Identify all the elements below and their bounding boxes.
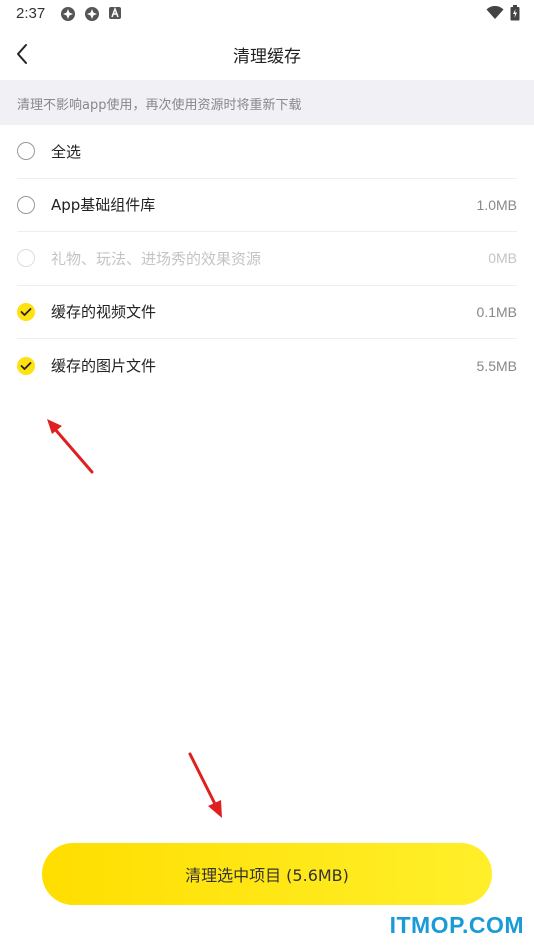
header: 清理缓存: [0, 28, 534, 80]
status-right-icons: [486, 5, 520, 21]
wifi-icon: [486, 6, 504, 19]
radio-icon[interactable]: [17, 195, 35, 214]
clear-selected-button[interactable]: 清理选中项目 (5.6MB): [42, 843, 492, 905]
row-size: 0MB: [488, 250, 517, 267]
a-notification-icon: [109, 6, 121, 19]
row-label: 缓存的图片文件: [51, 357, 157, 376]
cache-list: 全选 App基础组件库 1.0MB 礼物、玩法、进场秀的效果资源 0MB 缓存的…: [0, 125, 534, 393]
radio-icon: [17, 249, 35, 268]
clear-button-label: 清理选中项目 (5.6MB): [185, 866, 349, 885]
status-bar: 2:37: [0, 0, 534, 28]
row-size: 1.0MB: [476, 196, 517, 213]
row-size: 0.1MB: [476, 303, 517, 320]
list-item-effect-resources: 礼物、玩法、进场秀的效果资源 0MB: [17, 232, 517, 286]
battery-charging-icon: [510, 5, 520, 21]
annotation-arrow-icon: [47, 419, 94, 474]
notice-banner: 清理不影响app使用，再次使用资源时将重新下载: [0, 80, 534, 125]
list-item-select-all[interactable]: 全选: [17, 125, 517, 179]
row-label: 礼物、玩法、进场秀的效果资源: [51, 249, 262, 268]
list-item-image-cache[interactable]: 缓存的图片文件 5.5MB: [17, 339, 517, 393]
status-time: 2:37: [16, 5, 46, 22]
checked-radio-icon[interactable]: [17, 356, 35, 375]
app-notification-icon: [61, 7, 75, 21]
row-label: App基础组件库: [51, 196, 156, 215]
annotation-arrow-icon: [188, 752, 222, 818]
page-title: 清理缓存: [233, 47, 301, 67]
row-size: 5.5MB: [476, 357, 517, 374]
row-label: 全选: [51, 142, 82, 161]
notice-text: 清理不影响app使用，再次使用资源时将重新下载: [17, 98, 302, 113]
watermark: ITMOP.COM: [389, 912, 524, 938]
checkmark-icon: [20, 361, 32, 370]
list-item-app-components[interactable]: App基础组件库 1.0MB: [17, 179, 517, 232]
checked-radio-icon[interactable]: [17, 302, 35, 321]
row-label: 缓存的视频文件: [51, 303, 157, 322]
radio-icon[interactable]: [17, 142, 35, 161]
checkmark-icon: [20, 307, 32, 316]
app-notification-icon: [85, 7, 99, 21]
status-notification-icons: [60, 6, 122, 22]
list-item-video-cache[interactable]: 缓存的视频文件 0.1MB: [17, 286, 517, 339]
